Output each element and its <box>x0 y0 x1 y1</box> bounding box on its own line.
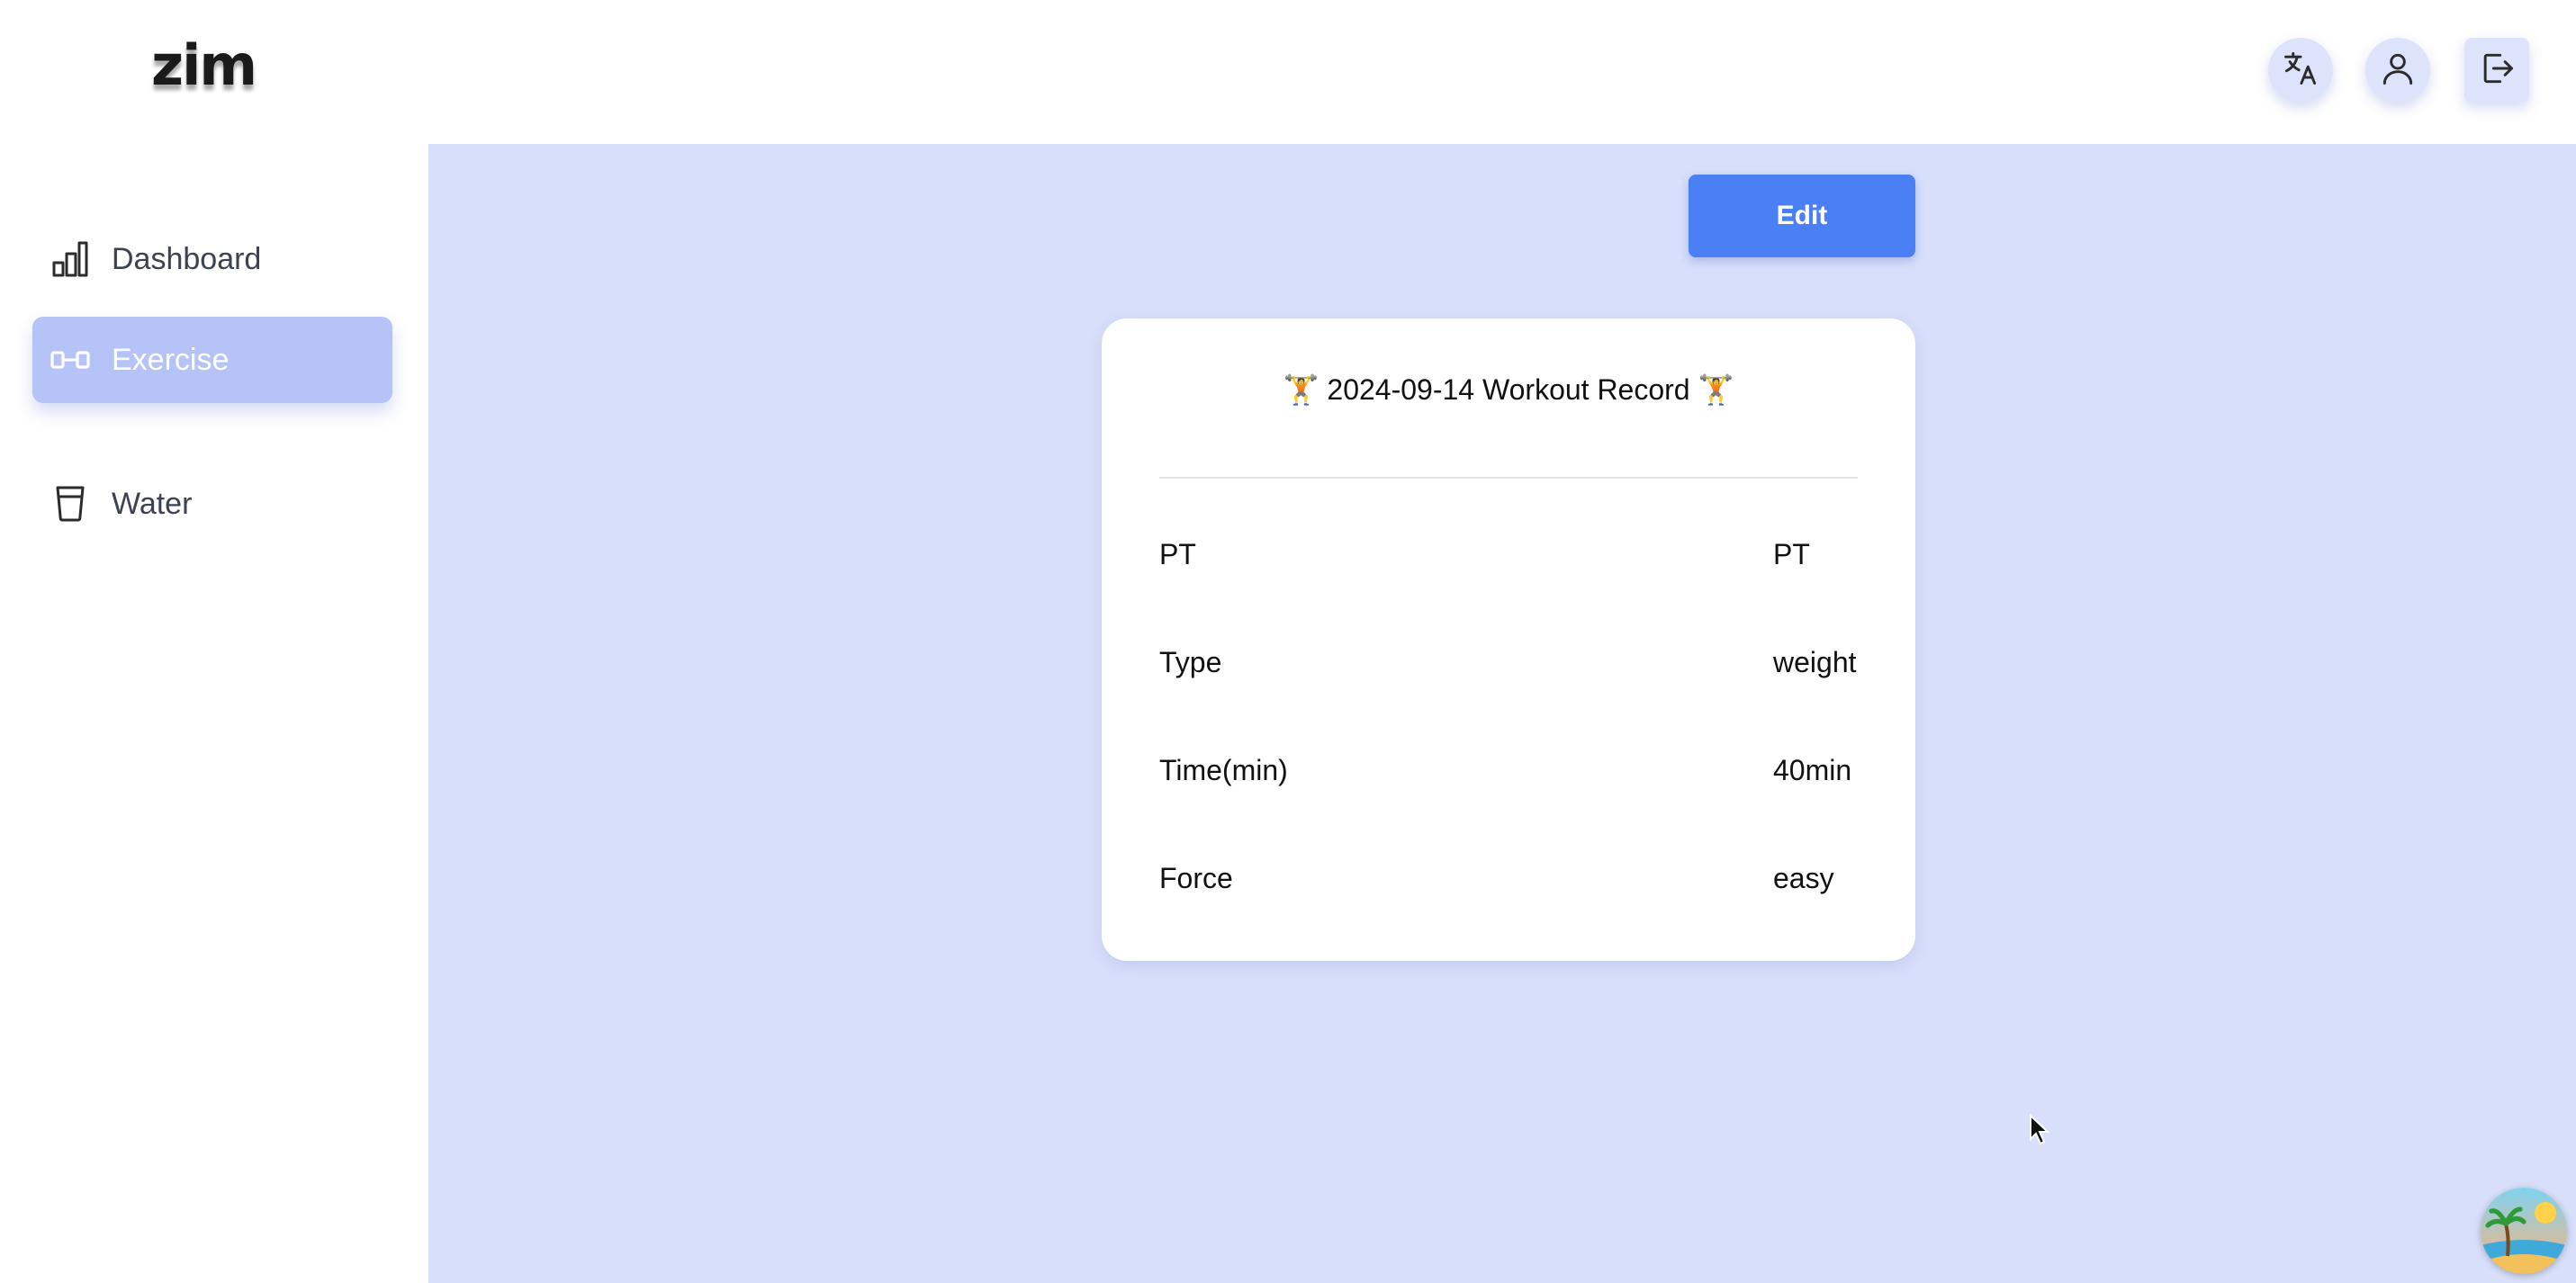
row-label: Time(min) <box>1159 754 1288 786</box>
app-logo[interactable]: zim <box>151 38 257 94</box>
translate-button[interactable] <box>2268 38 2333 103</box>
sidebar-item-water[interactable]: Water <box>32 461 392 547</box>
row-value: PT <box>1773 538 1810 570</box>
mouse-cursor-icon <box>2030 1114 2050 1145</box>
sidebar-item-label: Water <box>112 486 193 521</box>
card-title: 🏋️ 2024-09-14 Workout Record 🏋️ <box>1283 373 1734 406</box>
sidebar-item-dashboard[interactable]: Dashboard <box>32 216 392 302</box>
user-icon <box>2378 49 2418 93</box>
floating-assistant-avatar[interactable] <box>2481 1188 2567 1274</box>
profile-button[interactable] <box>2365 38 2430 103</box>
edit-button[interactable]: Edit <box>1689 175 1915 257</box>
beach-icon <box>2481 1188 2567 1274</box>
cup-icon <box>49 482 92 525</box>
sidebar-item-exercise[interactable]: Exercise <box>32 317 392 403</box>
record-row-pt: PT PT <box>1159 538 1858 583</box>
row-value: easy <box>1773 862 1834 894</box>
record-row-force: Force easy <box>1159 862 1858 907</box>
logout-icon <box>2477 49 2517 93</box>
bar-chart-icon <box>49 238 92 281</box>
dumbbell-icon <box>49 338 92 381</box>
logout-button[interactable] <box>2464 38 2529 103</box>
row-value: 40min <box>1773 754 1852 786</box>
row-value: weight <box>1773 646 1857 678</box>
main-content: Edit 🏋️ 2024-09-14 Workout Record 🏋️ PT … <box>428 144 2576 1283</box>
divider <box>1159 477 1858 479</box>
app-header: zim <box>0 0 2576 144</box>
sidebar-item-label: Dashboard <box>112 241 262 276</box>
row-label: Type <box>1159 646 1222 678</box>
sidebar: Dashboard Exercise Water <box>0 144 428 1283</box>
row-label: PT <box>1159 538 1196 570</box>
row-label: Force <box>1159 862 1233 894</box>
record-row-time: Time(min) 40min <box>1159 754 1858 799</box>
workout-record-card: 🏋️ 2024-09-14 Workout Record 🏋️ PT PT Ty… <box>1102 319 1915 961</box>
record-row-type: Type weight <box>1159 646 1858 691</box>
translate-icon <box>2281 49 2320 93</box>
sidebar-item-label: Exercise <box>112 342 230 377</box>
